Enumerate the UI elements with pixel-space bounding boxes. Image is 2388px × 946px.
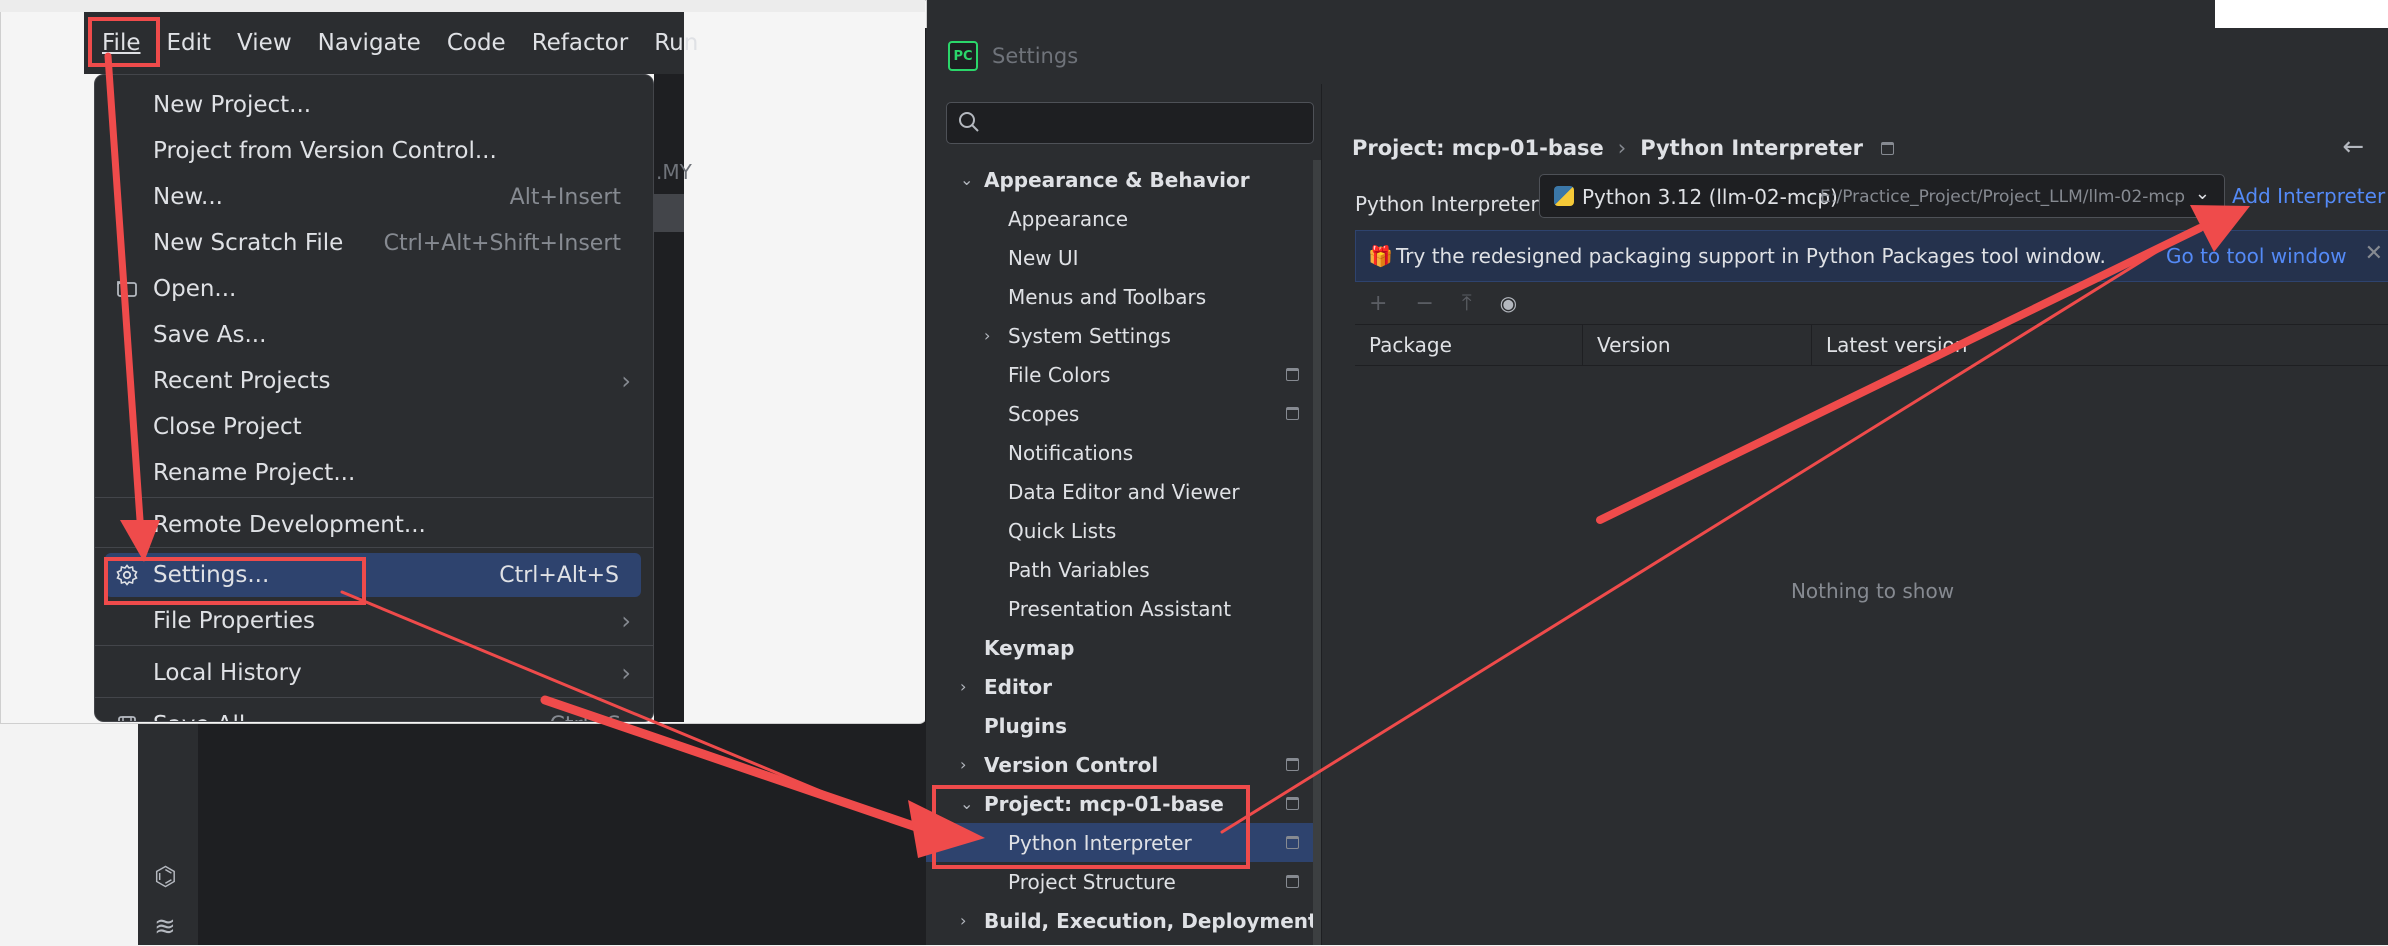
arrow-settings-to-interpreter bbox=[540, 695, 930, 835]
arrow-interpreter-thin bbox=[1220, 226, 2197, 834]
arrow-file-to-settings bbox=[104, 52, 144, 524]
arrow-interpreter-to-add bbox=[1596, 224, 2204, 524]
arrowhead-interpreter bbox=[908, 800, 985, 858]
annotation-arrows bbox=[104, 52, 2250, 858]
arrowhead-settings bbox=[120, 520, 160, 562]
